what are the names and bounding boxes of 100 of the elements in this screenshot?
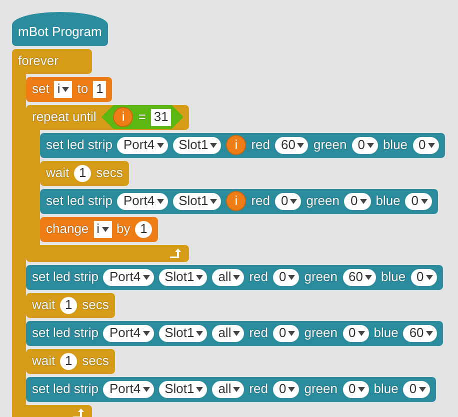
block-label: set led strip bbox=[32, 324, 98, 342]
dropdown-field[interactable]: 0 bbox=[344, 192, 371, 210]
dropdown-field[interactable]: all bbox=[212, 324, 244, 342]
dropdown-field[interactable]: Slot1 bbox=[158, 324, 208, 342]
block-label: = bbox=[138, 108, 146, 126]
block-label: repeat until bbox=[32, 108, 96, 126]
caret-icon bbox=[233, 274, 240, 280]
block-label: red bbox=[249, 268, 268, 286]
dropdown-field[interactable]: 0 bbox=[342, 324, 369, 342]
caret-icon bbox=[156, 142, 164, 148]
loop-arrow-icon bbox=[169, 248, 182, 258]
number-field[interactable]: 1 bbox=[60, 352, 78, 370]
block-label: secs bbox=[96, 164, 123, 182]
input-field[interactable]: 1 bbox=[93, 80, 106, 98]
block-label: secs bbox=[82, 296, 109, 314]
caret-icon bbox=[156, 198, 164, 204]
dropdown-field[interactable]: 0 bbox=[273, 380, 300, 398]
number-field[interactable]: 1 bbox=[74, 164, 92, 182]
block-label: green bbox=[306, 192, 340, 210]
dropdown-field[interactable]: 0 bbox=[342, 380, 369, 398]
dropdown-field[interactable]: all bbox=[212, 268, 244, 286]
caret-icon bbox=[142, 274, 150, 280]
caret-icon bbox=[426, 274, 433, 280]
dropdown-field[interactable]: 60 bbox=[342, 268, 376, 286]
dropdown-field[interactable]: Port4 bbox=[117, 192, 168, 210]
dropdown-field[interactable]: 0 bbox=[275, 192, 302, 210]
dropdown-field[interactable]: 0 bbox=[273, 324, 300, 342]
command-block[interactable]: wait 1 secs bbox=[40, 160, 129, 186]
caret-icon bbox=[288, 330, 296, 336]
number-field[interactable]: 1 bbox=[60, 296, 78, 314]
command-block[interactable]: set led strip Port4 Slot1 i red 60 green 0 blue 0 bbox=[40, 132, 445, 158]
input-field[interactable]: 31 bbox=[150, 108, 172, 126]
caret-icon bbox=[426, 330, 433, 336]
dropdown-field[interactable]: 0 bbox=[403, 380, 430, 398]
block-label: change bbox=[46, 220, 89, 238]
caret-icon bbox=[233, 330, 240, 336]
caret-icon bbox=[288, 274, 296, 280]
caret-icon bbox=[233, 386, 240, 392]
caret-icon bbox=[196, 386, 204, 392]
command-block[interactable]: set led strip Port4 Slot1 i red 0 green 0 blue 0 bbox=[40, 188, 438, 214]
hat-block[interactable]: mBot Program bbox=[12, 12, 108, 46]
number-field[interactable]: 1 bbox=[135, 220, 152, 238]
block-label: set led strip bbox=[32, 380, 98, 398]
block-label: forever bbox=[18, 52, 58, 70]
block-label: set led strip bbox=[46, 192, 112, 210]
dropdown-field[interactable]: Port4 bbox=[103, 324, 154, 342]
dropdown-field[interactable]: Slot1 bbox=[172, 192, 222, 210]
command-block[interactable]: set i to 1 bbox=[26, 76, 112, 102]
block-label: to bbox=[77, 80, 88, 98]
block-label: wait bbox=[46, 164, 70, 182]
caret-icon bbox=[360, 198, 367, 204]
c-block-header[interactable]: repeat until i = 31 bbox=[26, 104, 190, 130]
block-label: set bbox=[32, 80, 50, 98]
caret-icon bbox=[142, 386, 150, 392]
block-label: blue bbox=[382, 136, 408, 154]
block-label: green bbox=[313, 136, 347, 154]
block-label: wait bbox=[32, 296, 56, 314]
caret-icon bbox=[210, 198, 218, 204]
dropdown-field[interactable]: Port4 bbox=[117, 136, 168, 154]
caret-icon bbox=[297, 142, 304, 148]
dropdown-field[interactable]: 60 bbox=[403, 324, 437, 342]
caret-icon bbox=[420, 198, 428, 204]
dropdown-field[interactable]: 0 bbox=[405, 192, 432, 210]
block-label: red bbox=[251, 136, 270, 154]
block-label: green bbox=[304, 380, 338, 398]
caret-icon bbox=[196, 274, 204, 280]
caret-icon bbox=[196, 330, 204, 336]
command-block[interactable]: set led strip Port4 Slot1 all red 0 green 0 blue 0 bbox=[26, 376, 436, 402]
caret-icon bbox=[142, 330, 150, 336]
dropdown-field[interactable]: Port4 bbox=[103, 268, 154, 286]
dropdown-field[interactable]: 0 bbox=[273, 268, 300, 286]
caret-icon bbox=[290, 198, 298, 204]
command-block[interactable]: change i by 1 bbox=[40, 216, 158, 242]
dropdown-field[interactable]: Slot1 bbox=[158, 380, 208, 398]
caret-icon bbox=[358, 386, 365, 392]
command-block[interactable]: wait 1 secs bbox=[26, 348, 115, 374]
dropdown-field[interactable]: all bbox=[212, 380, 244, 398]
block-label: red bbox=[249, 324, 268, 342]
dropdown-field[interactable]: Port4 bbox=[103, 380, 154, 398]
command-block[interactable]: wait 1 secs bbox=[26, 292, 115, 318]
dropdown-field[interactable]: 0 bbox=[410, 268, 437, 286]
caret-icon bbox=[428, 142, 435, 148]
dropdown-field[interactable]: 60 bbox=[275, 136, 308, 154]
caret-icon bbox=[62, 86, 70, 92]
block-label: green bbox=[304, 268, 338, 286]
variable-dropdown[interactable]: i bbox=[94, 220, 112, 238]
dropdown-field[interactable]: 0 bbox=[412, 136, 439, 154]
block-label: set led strip bbox=[32, 268, 98, 286]
variable-dropdown[interactable]: i bbox=[54, 80, 72, 98]
caret-icon bbox=[102, 226, 109, 232]
dropdown-field[interactable]: Slot1 bbox=[158, 268, 208, 286]
dropdown-field[interactable]: 0 bbox=[352, 136, 378, 154]
block-label: secs bbox=[82, 352, 109, 370]
dropdown-field[interactable]: Slot1 bbox=[172, 136, 222, 154]
command-block[interactable]: set led strip Port4 Slot1 all red 0 green 60 blue 0 bbox=[26, 264, 443, 290]
caret-icon bbox=[358, 330, 365, 336]
condition-block[interactable]: i = 31 bbox=[101, 105, 184, 129]
caret-icon bbox=[366, 142, 374, 148]
block-label: green bbox=[304, 324, 338, 342]
command-block[interactable]: set led strip Port4 Slot1 all red 0 green 0 blue 60 bbox=[26, 320, 443, 346]
